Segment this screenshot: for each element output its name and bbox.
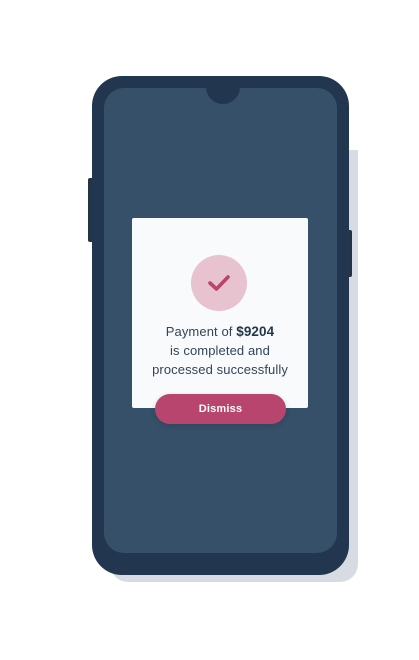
phone-screen: Payment of $9204 is completed and proces…	[104, 86, 337, 553]
payment-message-line-3: processed successfully	[152, 362, 288, 377]
payment-success-dialog: Payment of $9204 is completed and proces…	[132, 218, 308, 408]
payment-message-line-2: is completed and	[170, 343, 270, 358]
dismiss-button[interactable]: Dismiss	[155, 394, 286, 424]
payment-message: Payment of $9204 is completed and proces…	[132, 322, 308, 379]
payment-message-line-1: Payment of $9204	[132, 322, 308, 341]
checkmark-icon	[208, 275, 230, 291]
phone-notch	[206, 86, 240, 104]
phone-frame: Payment of $9204 is completed and proces…	[92, 76, 349, 575]
payment-message-prefix: Payment of	[165, 324, 233, 339]
success-badge	[191, 255, 247, 311]
payment-amount: $9204	[236, 324, 275, 339]
